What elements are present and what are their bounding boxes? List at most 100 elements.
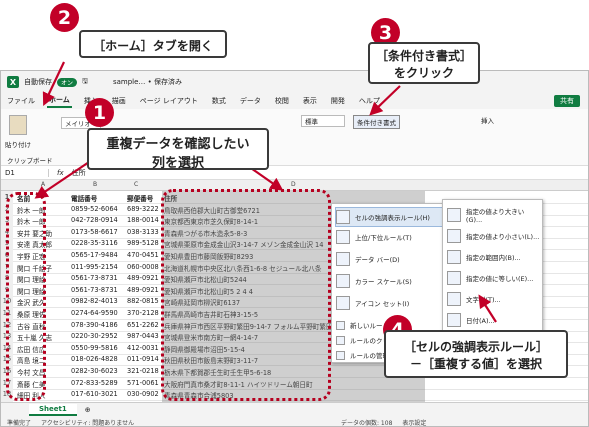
cell-tel[interactable]: 017-610-3021 [71, 390, 127, 398]
cell-tel[interactable]: 0561-73-8731 [71, 274, 127, 282]
column-header-d[interactable]: D [291, 181, 296, 188]
cell-zip[interactable]: 038-3133 [127, 228, 163, 236]
cell-zip[interactable]: 470-0451 [127, 251, 163, 259]
submenu-item-1[interactable]: 指定の値より大きい(G)... [447, 206, 540, 224]
formula-input[interactable]: 住所 [72, 168, 86, 178]
clipboard-group-label: クリップボード [7, 157, 53, 165]
submenu-item-label: 指定の値に等しい(E)... [466, 274, 534, 283]
sheet-tab[interactable]: Sheet1 [29, 403, 77, 416]
callout-4-line-1: ［セルの強調表示ルール］ [403, 340, 548, 354]
cell-tel[interactable]: 011-995-2154 [71, 263, 127, 271]
submenu-item-6[interactable]: 日付(A)... [447, 311, 540, 328]
column-header-b[interactable]: B [93, 181, 97, 188]
cell-zip[interactable]: 030-0902 [127, 390, 163, 398]
cell-tel[interactable]: 018-026-4828 [71, 355, 127, 363]
cell-zip[interactable]: 412-0031 [127, 344, 163, 352]
paste-icon[interactable] [9, 115, 27, 135]
callout-4-line-2: －［重複する値］を選択 [409, 357, 542, 371]
cell-tel[interactable]: 0859-52-6064 [71, 205, 127, 213]
submenu-item-label: 指定の値より大きい(G)... [465, 207, 525, 224]
status-ready: 準備完了 [7, 419, 32, 427]
status-count: データの個数: 108 [341, 419, 393, 427]
status-bar: 準備完了 アクセシビリティ: 問題ありません データの個数: 108 表示設定 [1, 416, 588, 427]
cell-zip[interactable]: 188-0014 [127, 216, 163, 224]
header-zip[interactable]: 郵便番号 [127, 193, 163, 203]
tab-page-layout[interactable]: ページ レイアウト [138, 95, 200, 107]
tab-home[interactable]: ホーム [47, 94, 72, 108]
highlight-column-d [161, 189, 331, 401]
cell-zip[interactable]: 370-2128 [127, 309, 163, 317]
paste-button[interactable]: 貼り付け [5, 139, 31, 149]
autosave-toggle[interactable]: オン [57, 77, 78, 87]
small-rule-icon [336, 350, 345, 360]
menu-item-label: セルの強調表示ルール(H) [355, 214, 430, 222]
callout-1-line-1: 重複データを確認したい [106, 137, 250, 152]
cell-tel[interactable]: 0228-35-3116 [71, 239, 127, 247]
cell-zip[interactable]: 321-0218 [127, 367, 163, 375]
submenu-item-4[interactable]: 指定の値に等しい(E)... [447, 269, 540, 286]
cell-tel[interactable]: 0550-99-5816 [71, 344, 127, 352]
cell-zip[interactable]: 489-0921 [127, 274, 163, 282]
cell-zip[interactable]: 987-0443 [127, 332, 163, 340]
conditional-format-button[interactable]: 条件付き書式 [353, 115, 400, 129]
rule-icon [336, 210, 350, 224]
rule-icon [447, 270, 461, 285]
share-button[interactable]: 共有 [554, 95, 580, 107]
rule-icon [336, 252, 350, 266]
menu-item-label: カラー スケール(S) [355, 278, 412, 286]
tab-developer[interactable]: 開発 [329, 95, 347, 107]
number-format-select[interactable]: 標準 [301, 115, 345, 127]
cell-zip[interactable]: 571-0061 [127, 379, 163, 387]
rule-icon [447, 291, 461, 306]
callout-conditional-format: ［条件付き書式］ をクリック [368, 42, 480, 84]
submenu-item-3[interactable]: 指定の範囲内(B)... [447, 248, 540, 265]
tab-view[interactable]: 表示 [301, 95, 319, 107]
cell-zip[interactable]: 489-0921 [127, 286, 163, 294]
insert-cells-button[interactable]: 挿入 [481, 115, 494, 125]
cell-tel[interactable]: 0561-73-8731 [71, 286, 127, 294]
cell-tel[interactable]: 0220-30-2952 [71, 332, 127, 340]
cell-zip[interactable]: 689-3222 [127, 205, 163, 213]
rule-icon [447, 312, 461, 327]
title-bar: X 自動保存 オン 🖫 sample… • 保存済み [1, 71, 588, 93]
cell-zip[interactable]: 011-0914 [127, 355, 163, 363]
sheet-tabs: Sheet1 ⊕ [1, 402, 588, 416]
header-tel[interactable]: 電話番号 [71, 193, 131, 203]
submenu-item-2[interactable]: 指定の値より小さい(L)... [447, 227, 540, 244]
cell-zip[interactable]: 651-2262 [127, 321, 163, 329]
callout-select-column: 重複データを確認したい 列を選択 [87, 128, 269, 171]
tab-formulas[interactable]: 数式 [210, 95, 228, 107]
rule-icon [336, 274, 350, 288]
submenu-item-5[interactable]: 文字列(T)... [447, 290, 540, 307]
cell-tel[interactable]: 042-728-0914 [71, 216, 127, 224]
menu-item-label: アイコン セット(I) [355, 300, 410, 308]
cell-zip[interactable]: 060-0008 [127, 263, 163, 271]
tab-file[interactable]: ファイル [5, 95, 37, 107]
add-sheet-icon[interactable]: ⊕ [85, 406, 91, 414]
cell-zip[interactable]: 989-5128 [127, 239, 163, 247]
step-1-badge: 1 [85, 98, 114, 127]
cell-tel[interactable]: 0274-64-9590 [71, 309, 127, 317]
status-accessibility[interactable]: アクセシビリティ: 問題ありません [41, 418, 134, 427]
cell-tel[interactable]: 078-390-4186 [71, 321, 127, 329]
column-header-a[interactable]: A [41, 181, 45, 188]
tab-help[interactable]: ヘルプ [357, 95, 382, 107]
status-display-settings[interactable]: 表示設定 [402, 418, 426, 427]
tab-data[interactable]: データ [238, 95, 263, 107]
cell-tel[interactable]: 0565-17-9484 [71, 251, 127, 259]
callout-3-line-2: をクリック [393, 66, 454, 80]
cell-tel[interactable]: 072-833-5289 [71, 379, 127, 387]
highlight-column-a [6, 192, 46, 401]
cell-zip[interactable]: 882-0815 [127, 297, 163, 305]
step-2-badge: 2 [50, 3, 79, 32]
rule-icon [336, 296, 350, 310]
submenu-item-label: 指定の値より小さい(L)... [466, 232, 540, 241]
small-rule-icon [336, 320, 345, 330]
cell-tel[interactable]: 0282-30-6023 [71, 367, 127, 375]
save-icon[interactable]: 🖫 [82, 77, 88, 88]
column-header-c[interactable]: C [134, 181, 138, 188]
cell-tel[interactable]: 0173-58-6617 [71, 228, 127, 236]
tab-review[interactable]: 校閲 [273, 95, 291, 107]
name-box[interactable]: D1 [1, 168, 49, 177]
cell-tel[interactable]: 0982-82-4013 [71, 297, 127, 305]
